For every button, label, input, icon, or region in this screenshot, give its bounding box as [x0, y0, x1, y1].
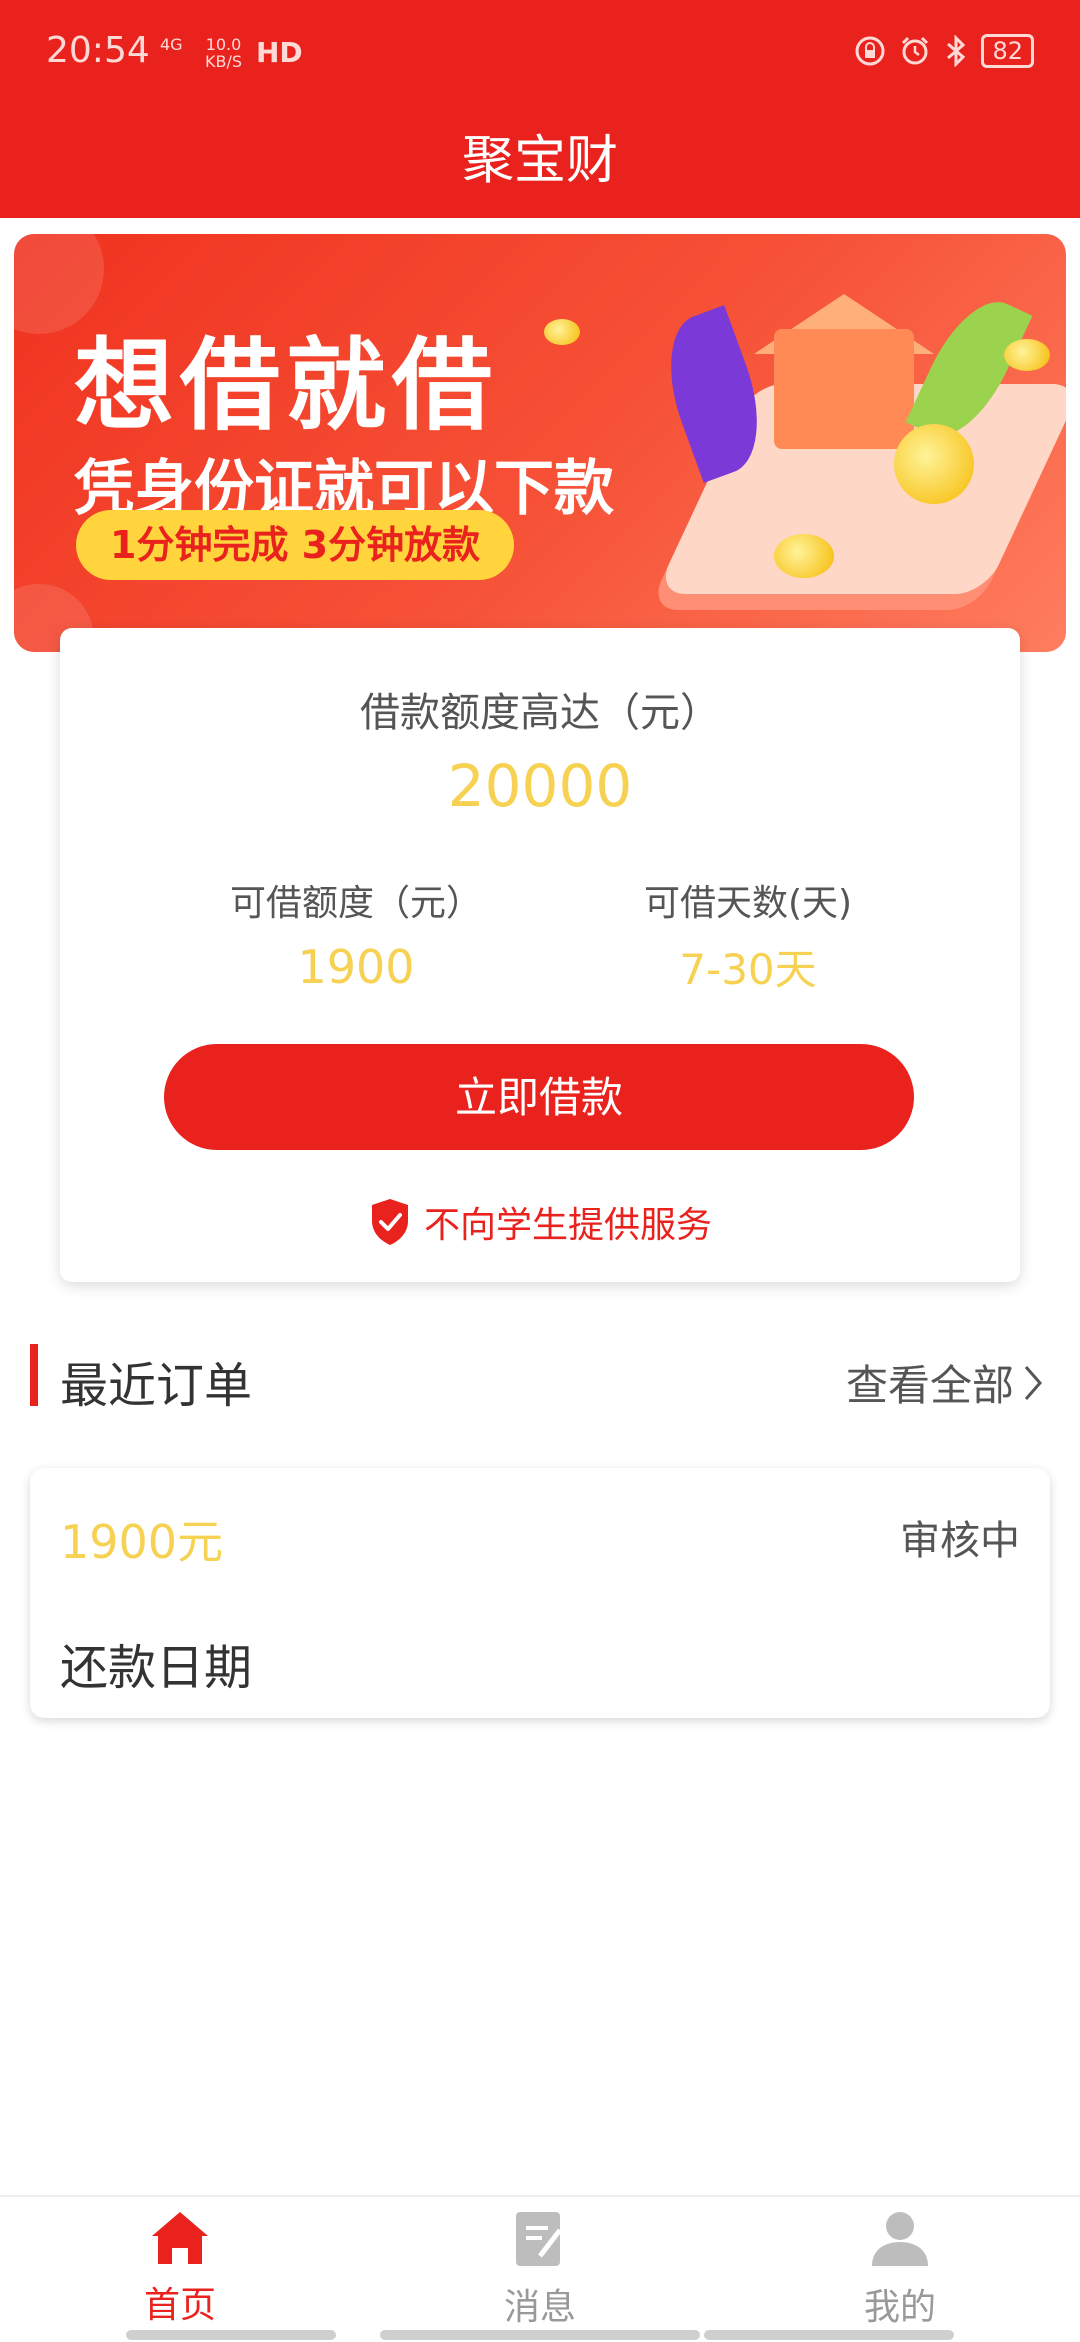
order-status: 审核中 — [900, 1518, 1020, 1564]
status-time: 20:54 — [46, 30, 150, 71]
status-right-icons: 82 — [855, 34, 1034, 68]
home-icon — [152, 2212, 208, 2264]
network-indicator: 4G — [160, 35, 183, 54]
recent-orders-title: 最近订单 — [60, 1358, 253, 1414]
view-all-link[interactable]: 查看全部 — [846, 1352, 1044, 1413]
nav-item-home[interactable]: 首页 — [0, 2210, 360, 2328]
coin-illustration — [774, 534, 834, 578]
speed-value: 10.0 — [205, 35, 242, 54]
available-amount-value: 1900 — [297, 940, 415, 994]
gesture-bar — [380, 2330, 700, 2340]
borrow-now-button[interactable]: 立即借款 — [164, 1044, 914, 1150]
nav-item-profile[interactable]: 我的 — [720, 2210, 1080, 2330]
house-illustration — [774, 329, 914, 449]
gesture-bar — [126, 2330, 336, 2340]
nav-label-profile: 我的 — [863, 2287, 936, 2328]
student-notice: 不向学生提供服务 — [0, 1196, 1080, 1248]
nav-label-messages: 消息 — [503, 2287, 576, 2328]
coin-illustration — [894, 424, 974, 504]
repayment-date-label: 还款日期 — [60, 1640, 253, 1696]
notice-text: 不向学生提供服务 — [423, 1205, 712, 1246]
banner-pill: 1分钟完成 3分钟放款 — [76, 510, 515, 580]
available-amount-label: 可借额度（元） — [229, 883, 482, 924]
page-title: 聚宝财 — [461, 131, 618, 191]
speed-unit: KB/S — [205, 52, 243, 71]
max-amount-label: 借款额度高达（元） — [360, 690, 720, 736]
lock-icon — [855, 36, 885, 66]
bluetooth-icon — [947, 35, 966, 67]
promo-banner[interactable]: 想借就借 凭身份证就可以下款 1分钟完成 3分钟放款 — [14, 234, 1066, 652]
order-amount: 1900元 — [60, 1515, 224, 1569]
nav-label-home: 首页 — [143, 2285, 216, 2326]
section-accent-bar — [30, 1344, 38, 1406]
profile-icon — [872, 2212, 928, 2266]
max-amount-value: 20000 — [447, 752, 633, 820]
message-icon — [516, 2212, 562, 2266]
banner-headline: 想借就借 — [74, 327, 498, 444]
chevron-right-icon — [1024, 1365, 1042, 1400]
gesture-bar — [704, 2330, 954, 2340]
nav-item-messages[interactable]: 消息 — [360, 2210, 720, 2330]
coin-illustration — [544, 319, 580, 345]
network-speed: 10.0 KB/S — [205, 36, 242, 70]
alarm-icon — [902, 36, 929, 65]
view-all-label: 查看全部 — [845, 1361, 1014, 1410]
available-days-value: 7-30天 — [679, 945, 817, 994]
available-days-label: 可借天数(天) — [643, 883, 853, 924]
battery-indicator: 82 — [981, 34, 1034, 68]
coin-illustration — [1004, 339, 1050, 371]
shield-check-icon — [371, 1199, 408, 1245]
hd-indicator: HD — [256, 36, 303, 69]
